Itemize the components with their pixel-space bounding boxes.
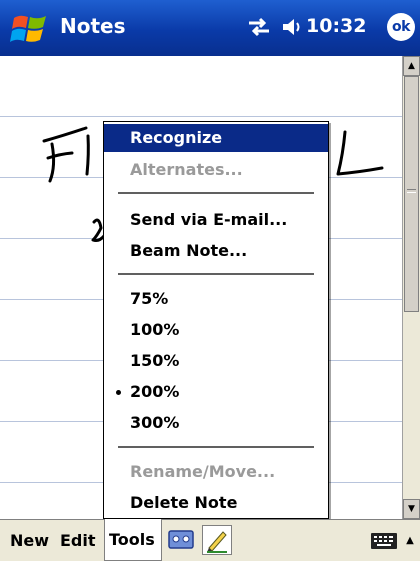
menu-item-delete-note[interactable]: Delete Note bbox=[104, 489, 328, 517]
menu-item-zoom-100[interactable]: 100% bbox=[104, 316, 328, 344]
menu-item-zoom-75[interactable]: 75% bbox=[104, 285, 328, 313]
clock[interactable]: 10:32 bbox=[306, 15, 366, 37]
scroll-thumb[interactable] bbox=[404, 76, 419, 312]
cassette-recorder-icon[interactable] bbox=[168, 528, 194, 552]
checked-bullet-icon bbox=[116, 390, 121, 395]
menu-new[interactable]: New bbox=[10, 531, 49, 550]
menu-item-zoom-300[interactable]: 300% bbox=[104, 409, 328, 437]
pen-button[interactable] bbox=[202, 525, 232, 555]
scroll-up-arrow-icon[interactable]: ▲ bbox=[403, 56, 420, 76]
input-panel-arrow-icon[interactable]: ▲ bbox=[403, 530, 417, 550]
menu-tools[interactable]: Tools bbox=[109, 530, 155, 549]
ok-button[interactable]: ok bbox=[387, 13, 415, 41]
command-bar: New Edit Tools ▲ bbox=[0, 519, 420, 561]
pen-icon bbox=[207, 531, 227, 553]
thumb-grip bbox=[407, 189, 416, 193]
menu-item-label: 200% bbox=[130, 382, 180, 401]
menu-separator bbox=[118, 192, 314, 194]
menu-item-rename-move: Rename/Move... bbox=[130, 462, 276, 481]
menu-separator bbox=[118, 446, 314, 448]
menu-item-zoom-150[interactable]: 150% bbox=[104, 347, 328, 375]
menu-edit[interactable]: Edit bbox=[60, 531, 96, 550]
speaker-icon[interactable] bbox=[281, 16, 303, 38]
windows-start-icon[interactable] bbox=[8, 10, 52, 48]
app-title: Notes bbox=[60, 14, 126, 38]
menu-item-zoom-200[interactable]: 200% bbox=[104, 378, 328, 406]
title-bar: Notes 10:32 ok bbox=[0, 0, 420, 56]
menu-item-beam-note[interactable]: Beam Note... bbox=[104, 237, 328, 265]
keyboard-icon[interactable] bbox=[370, 530, 398, 552]
vertical-scrollbar[interactable]: ▲ ▼ bbox=[402, 56, 420, 519]
connectivity-icon[interactable] bbox=[246, 15, 272, 39]
menu-item-recognize[interactable]: Recognize bbox=[104, 124, 328, 152]
tools-menu: Recognize Alternates... Send via E-mail.… bbox=[103, 121, 329, 519]
menu-item-alternates: Alternates... bbox=[130, 160, 243, 179]
menu-separator bbox=[118, 273, 314, 275]
scroll-down-arrow-icon[interactable]: ▼ bbox=[403, 499, 420, 519]
menu-item-send-via-email[interactable]: Send via E-mail... bbox=[104, 206, 328, 234]
menu-tools-active[interactable]: Tools bbox=[104, 519, 162, 561]
